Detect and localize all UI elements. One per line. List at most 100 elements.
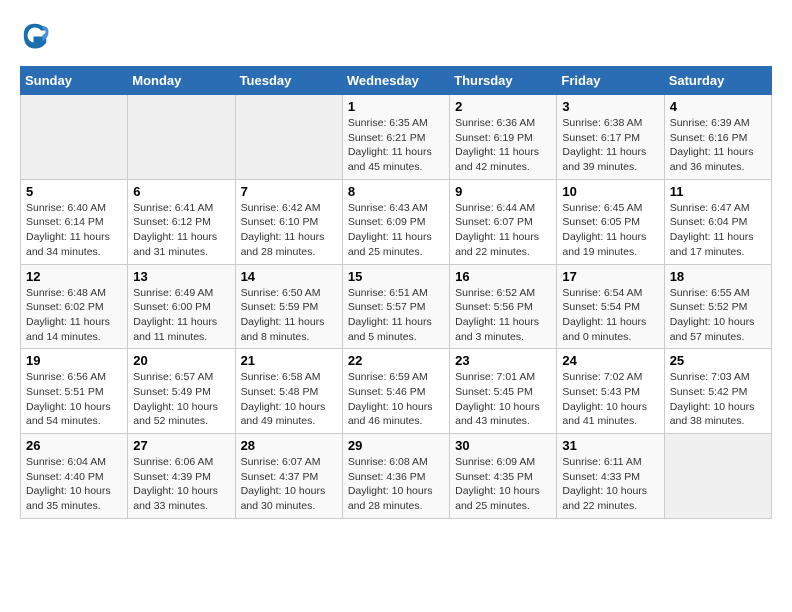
- day-number: 14: [241, 269, 337, 284]
- page-header: [20, 20, 772, 50]
- calendar-cell: 22Sunrise: 6:59 AM Sunset: 5:46 PM Dayli…: [342, 349, 449, 434]
- day-info: Sunrise: 6:44 AM Sunset: 6:07 PM Dayligh…: [455, 201, 551, 260]
- calendar-cell: 26 Sunrise: 6:04 AM Sunset: 4:40 PM Dayli…: [21, 434, 128, 519]
- calendar-cell: 19 Sunrise: 6:56 AM Sunset: 5:51 PM Dayli…: [21, 349, 128, 434]
- calendar-cell: 11 Sunrise: 6:47 AM Sunset: 6:04 PM Dayli…: [664, 179, 771, 264]
- day-info: Sunrise: 6:41 AM Sunset: 6:12 PM Dayligh…: [133, 201, 229, 260]
- calendar-cell: 15Sunrise: 6:51 AM Sunset: 5:57 PM Dayli…: [342, 264, 449, 349]
- calendar-cell: [235, 95, 342, 180]
- calendar-cell: 2 Sunrise: 6:36 AM Sunset: 6:19 PM Daylig…: [450, 95, 557, 180]
- day-number: 19: [26, 353, 122, 368]
- weekday-header: Wednesday: [342, 67, 449, 95]
- calendar-cell: 24 Sunrise: 7:02 AM Sunset: 5:43 PM Dayli…: [557, 349, 664, 434]
- day-info: Sunrise: 6:08 AM Sunset: 4:36 PM Dayligh…: [348, 455, 444, 514]
- calendar-week-row: 12 Sunrise: 6:48 AM Sunset: 6:02 PM Dayli…: [21, 264, 772, 349]
- weekday-header: Tuesday: [235, 67, 342, 95]
- day-number: 3: [562, 99, 658, 114]
- calendar-cell: 17 Sunrise: 6:54 AM Sunset: 5:54 PM Dayli…: [557, 264, 664, 349]
- calendar-cell: [21, 95, 128, 180]
- calendar-cell: 14 Sunrise: 6:50 AM Sunset: 5:59 PM Dayli…: [235, 264, 342, 349]
- day-number: 7: [241, 184, 337, 199]
- day-info: Sunrise: 6:54 AM Sunset: 5:54 PM Dayligh…: [562, 286, 658, 345]
- day-number: 11: [670, 184, 766, 199]
- calendar-cell: 30Sunrise: 6:09 AM Sunset: 4:35 PM Dayli…: [450, 434, 557, 519]
- day-info: Sunrise: 6:45 AM Sunset: 6:05 PM Dayligh…: [562, 201, 658, 260]
- day-info: Sunrise: 6:07 AM Sunset: 4:37 PM Dayligh…: [241, 455, 337, 514]
- calendar-cell: [664, 434, 771, 519]
- day-number: 9: [455, 184, 551, 199]
- calendar-header-row: SundayMondayTuesdayWednesdayThursdayFrid…: [21, 67, 772, 95]
- day-number: 24: [562, 353, 658, 368]
- day-info: Sunrise: 6:55 AM Sunset: 5:52 PM Dayligh…: [670, 286, 766, 345]
- calendar-cell: 12 Sunrise: 6:48 AM Sunset: 6:02 PM Dayli…: [21, 264, 128, 349]
- calendar-cell: 1 Sunrise: 6:35 AM Sunset: 6:21 PM Daylig…: [342, 95, 449, 180]
- calendar-week-row: 5Sunrise: 6:40 AM Sunset: 6:14 PM Daylig…: [21, 179, 772, 264]
- day-number: 4: [670, 99, 766, 114]
- day-number: 6: [133, 184, 229, 199]
- day-info: Sunrise: 7:02 AM Sunset: 5:43 PM Dayligh…: [562, 370, 658, 429]
- calendar-cell: 27 Sunrise: 6:06 AM Sunset: 4:39 PM Dayli…: [128, 434, 235, 519]
- day-number: 12: [26, 269, 122, 284]
- calendar-cell: 29 Sunrise: 6:08 AM Sunset: 4:36 PM Dayli…: [342, 434, 449, 519]
- day-info: Sunrise: 6:39 AM Sunset: 6:16 PM Dayligh…: [670, 116, 766, 175]
- day-info: Sunrise: 6:04 AM Sunset: 4:40 PM Dayligh…: [26, 455, 122, 514]
- logo-icon: [20, 20, 50, 50]
- day-number: 28: [241, 438, 337, 453]
- day-info: Sunrise: 6:42 AM Sunset: 6:10 PM Dayligh…: [241, 201, 337, 260]
- day-number: 10: [562, 184, 658, 199]
- weekday-header: Monday: [128, 67, 235, 95]
- day-number: 29: [348, 438, 444, 453]
- weekday-header: Sunday: [21, 67, 128, 95]
- day-info: Sunrise: 6:50 AM Sunset: 5:59 PM Dayligh…: [241, 286, 337, 345]
- day-number: 1: [348, 99, 444, 114]
- day-info: Sunrise: 6:38 AM Sunset: 6:17 PM Dayligh…: [562, 116, 658, 175]
- day-number: 21: [241, 353, 337, 368]
- calendar-cell: 5Sunrise: 6:40 AM Sunset: 6:14 PM Daylig…: [21, 179, 128, 264]
- day-info: Sunrise: 6:35 AM Sunset: 6:21 PM Dayligh…: [348, 116, 444, 175]
- calendar-cell: [128, 95, 235, 180]
- day-number: 17: [562, 269, 658, 284]
- day-info: Sunrise: 6:36 AM Sunset: 6:19 PM Dayligh…: [455, 116, 551, 175]
- day-info: Sunrise: 6:06 AM Sunset: 4:39 PM Dayligh…: [133, 455, 229, 514]
- day-info: Sunrise: 6:47 AM Sunset: 6:04 PM Dayligh…: [670, 201, 766, 260]
- calendar-cell: 16 Sunrise: 6:52 AM Sunset: 5:56 PM Dayli…: [450, 264, 557, 349]
- calendar-cell: 31 Sunrise: 6:11 AM Sunset: 4:33 PM Dayli…: [557, 434, 664, 519]
- day-info: Sunrise: 6:56 AM Sunset: 5:51 PM Dayligh…: [26, 370, 122, 429]
- day-number: 31: [562, 438, 658, 453]
- calendar-week-row: 19 Sunrise: 6:56 AM Sunset: 5:51 PM Dayli…: [21, 349, 772, 434]
- calendar-cell: 10 Sunrise: 6:45 AM Sunset: 6:05 PM Dayli…: [557, 179, 664, 264]
- calendar-table: SundayMondayTuesdayWednesdayThursdayFrid…: [20, 66, 772, 519]
- day-number: 5: [26, 184, 122, 199]
- day-number: 16: [455, 269, 551, 284]
- day-number: 26: [26, 438, 122, 453]
- day-info: Sunrise: 6:48 AM Sunset: 6:02 PM Dayligh…: [26, 286, 122, 345]
- day-info: Sunrise: 6:43 AM Sunset: 6:09 PM Dayligh…: [348, 201, 444, 260]
- calendar-cell: 6 Sunrise: 6:41 AM Sunset: 6:12 PM Daylig…: [128, 179, 235, 264]
- day-number: 15: [348, 269, 444, 284]
- day-info: Sunrise: 6:11 AM Sunset: 4:33 PM Dayligh…: [562, 455, 658, 514]
- day-info: Sunrise: 6:49 AM Sunset: 6:00 PM Dayligh…: [133, 286, 229, 345]
- weekday-header: Friday: [557, 67, 664, 95]
- day-info: Sunrise: 6:52 AM Sunset: 5:56 PM Dayligh…: [455, 286, 551, 345]
- day-info: Sunrise: 6:57 AM Sunset: 5:49 PM Dayligh…: [133, 370, 229, 429]
- day-number: 30: [455, 438, 551, 453]
- day-number: 20: [133, 353, 229, 368]
- calendar-cell: 3 Sunrise: 6:38 AM Sunset: 6:17 PM Daylig…: [557, 95, 664, 180]
- day-number: 8: [348, 184, 444, 199]
- calendar-cell: 9 Sunrise: 6:44 AM Sunset: 6:07 PM Daylig…: [450, 179, 557, 264]
- calendar-cell: 18 Sunrise: 6:55 AM Sunset: 5:52 PM Dayli…: [664, 264, 771, 349]
- calendar-cell: 28 Sunrise: 6:07 AM Sunset: 4:37 PM Dayli…: [235, 434, 342, 519]
- calendar-cell: 21 Sunrise: 6:58 AM Sunset: 5:48 PM Dayli…: [235, 349, 342, 434]
- weekday-header: Thursday: [450, 67, 557, 95]
- day-info: Sunrise: 7:03 AM Sunset: 5:42 PM Dayligh…: [670, 370, 766, 429]
- logo: [20, 20, 52, 50]
- weekday-header: Saturday: [664, 67, 771, 95]
- calendar-cell: 8 Sunrise: 6:43 AM Sunset: 6:09 PM Daylig…: [342, 179, 449, 264]
- day-number: 23: [455, 353, 551, 368]
- day-number: 27: [133, 438, 229, 453]
- day-number: 2: [455, 99, 551, 114]
- calendar-week-row: 1 Sunrise: 6:35 AM Sunset: 6:21 PM Daylig…: [21, 95, 772, 180]
- day-number: 18: [670, 269, 766, 284]
- day-info: Sunrise: 6:58 AM Sunset: 5:48 PM Dayligh…: [241, 370, 337, 429]
- calendar-cell: 7 Sunrise: 6:42 AM Sunset: 6:10 PM Daylig…: [235, 179, 342, 264]
